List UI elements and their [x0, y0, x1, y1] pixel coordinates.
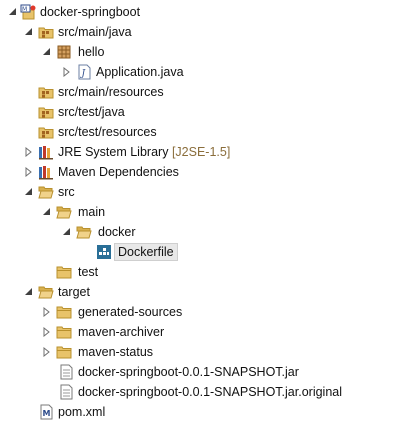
tree-row-src-main-java[interactable]: src/main/java — [0, 22, 411, 42]
expand-arrow-icon[interactable] — [42, 327, 52, 337]
folder-label: target — [58, 285, 90, 299]
svg-text:M: M — [22, 6, 27, 13]
tree-row-jre-library[interactable]: JRE System Library [J2SE-1.5] — [0, 142, 411, 162]
folder-open-icon — [76, 224, 92, 240]
library-icon — [38, 164, 54, 180]
folder-open-icon — [38, 184, 54, 200]
folder-label: test — [78, 265, 99, 279]
collapse-arrow-icon[interactable] — [24, 187, 34, 197]
dockerfile-label: Dockerfile — [114, 243, 178, 261]
tree-row-maven-status[interactable]: maven-status — [0, 342, 411, 362]
tree-row-package-hello[interactable]: hello — [0, 42, 411, 62]
tree-row-src-test-resources[interactable]: src/test/resources — [0, 122, 411, 142]
folder-label: maven-status — [78, 345, 154, 359]
tree-row-target-folder[interactable]: target — [0, 282, 411, 302]
java-file-icon: J — [76, 64, 92, 80]
tree-row-main-folder[interactable]: main — [0, 202, 411, 222]
tree-row-application-java[interactable]: J Application.java — [0, 62, 411, 82]
package-label: hello — [78, 45, 105, 59]
folder-icon — [56, 324, 72, 340]
svg-text:M: M — [43, 409, 51, 418]
expand-arrow-icon[interactable] — [42, 347, 52, 357]
expand-arrow-icon[interactable] — [24, 147, 34, 157]
source-folder-icon — [38, 24, 54, 40]
package-icon — [56, 44, 72, 60]
collapse-arrow-icon[interactable] — [42, 207, 52, 217]
collapse-arrow-icon[interactable] — [8, 7, 18, 17]
tree-row-dockerfile[interactable]: Dockerfile — [0, 242, 411, 262]
folder-icon — [56, 264, 72, 280]
folder-icon — [56, 304, 72, 320]
expand-arrow-icon[interactable] — [62, 67, 72, 77]
library-label: Maven Dependencies — [58, 165, 179, 179]
collapse-arrow-icon[interactable] — [42, 47, 52, 57]
source-folder-icon — [38, 104, 54, 120]
library-label: JRE System Library [J2SE-1.5] — [58, 144, 230, 160]
file-label: pom.xml — [58, 405, 106, 419]
folder-label: main — [78, 205, 106, 219]
file-label: docker-springboot-0.0.1-SNAPSHOT.jar.ori… — [78, 385, 343, 399]
tree-row-jar-original[interactable]: docker-springboot-0.0.1-SNAPSHOT.jar.ori… — [0, 382, 411, 402]
library-decoration: [J2SE-1.5] — [171, 145, 231, 159]
project-name: docker-springboot — [40, 5, 141, 19]
file-label: docker-springboot-0.0.1-SNAPSHOT.jar — [78, 365, 299, 379]
folder-label: generated-sources — [78, 305, 183, 319]
collapse-arrow-icon[interactable] — [62, 227, 72, 237]
tree-row-maven-archiver[interactable]: maven-archiver — [0, 322, 411, 342]
source-folder-label: src/test/java — [58, 105, 125, 119]
project-explorer-tree: M docker-springboot src/main/java hello … — [0, 0, 411, 424]
library-icon — [38, 144, 54, 160]
folder-icon — [56, 344, 72, 360]
java-file-label: Application.java — [96, 65, 184, 79]
library-name: JRE System Library — [58, 145, 169, 159]
collapse-arrow-icon[interactable] — [24, 27, 34, 37]
tree-row-pom-xml[interactable]: M pom.xml — [0, 402, 411, 422]
xml-file-icon: M — [38, 404, 54, 420]
tree-row-src-test-java[interactable]: src/test/java — [0, 102, 411, 122]
tree-row-src-folder[interactable]: src — [0, 182, 411, 202]
tree-row-jar[interactable]: docker-springboot-0.0.1-SNAPSHOT.jar — [0, 362, 411, 382]
tree-row-docker-folder[interactable]: docker — [0, 222, 411, 242]
text-file-icon — [58, 384, 74, 400]
jar-file-icon — [58, 364, 74, 380]
source-folder-label: src/test/resources — [58, 125, 157, 139]
dockerfile-icon — [96, 244, 112, 260]
folder-open-icon — [56, 204, 72, 220]
folder-open-icon — [38, 284, 54, 300]
source-folder-label: src/main/java — [58, 25, 132, 39]
expand-arrow-icon[interactable] — [42, 307, 52, 317]
collapse-arrow-icon[interactable] — [24, 287, 34, 297]
tree-row-test-folder[interactable]: test — [0, 262, 411, 282]
tree-row-project[interactable]: M docker-springboot — [0, 2, 411, 22]
tree-row-src-main-resources[interactable]: src/main/resources — [0, 82, 411, 102]
folder-label: docker — [98, 225, 136, 239]
source-folder-icon — [38, 84, 54, 100]
source-folder-icon — [38, 124, 54, 140]
tree-row-generated-sources[interactable]: generated-sources — [0, 302, 411, 322]
expand-arrow-icon[interactable] — [24, 167, 34, 177]
source-folder-label: src/main/resources — [58, 85, 164, 99]
folder-label: maven-archiver — [78, 325, 165, 339]
folder-label: src — [58, 185, 75, 199]
maven-project-icon: M — [20, 4, 36, 20]
tree-row-maven-dependencies[interactable]: Maven Dependencies — [0, 162, 411, 182]
